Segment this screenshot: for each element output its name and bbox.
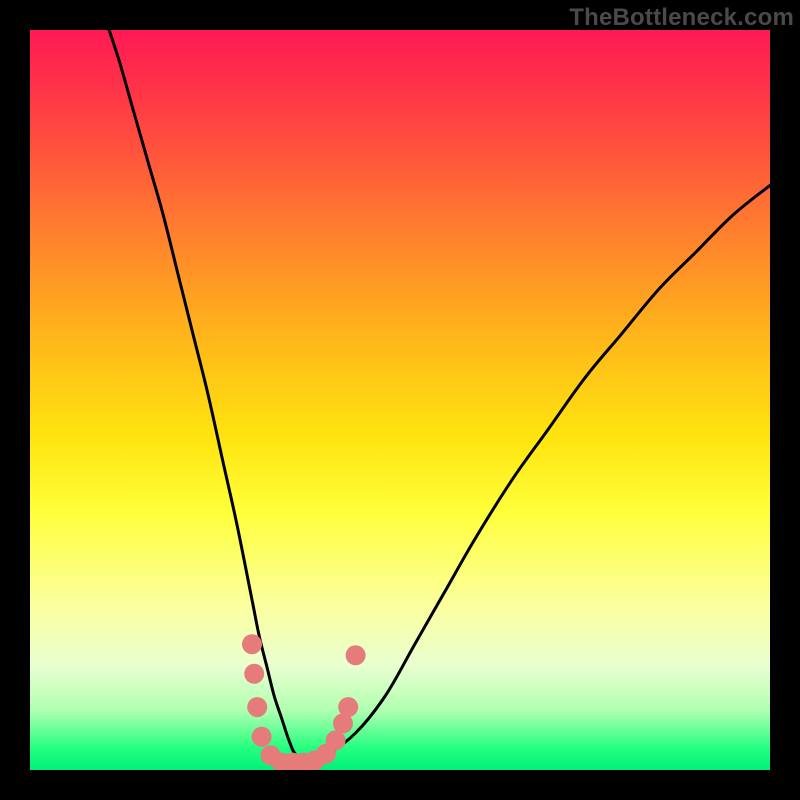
data-point [242,634,262,654]
data-point [338,697,358,717]
points-layer [30,30,770,770]
data-point [247,697,267,717]
data-point [244,664,264,684]
plot-frame [30,30,770,770]
data-points [242,634,366,770]
data-point [346,645,366,665]
plot-area [30,30,770,770]
watermark-text: TheBottleneck.com [569,4,794,32]
chart-root: TheBottleneck.com [0,0,800,800]
data-point [252,727,272,747]
data-point [326,730,346,750]
